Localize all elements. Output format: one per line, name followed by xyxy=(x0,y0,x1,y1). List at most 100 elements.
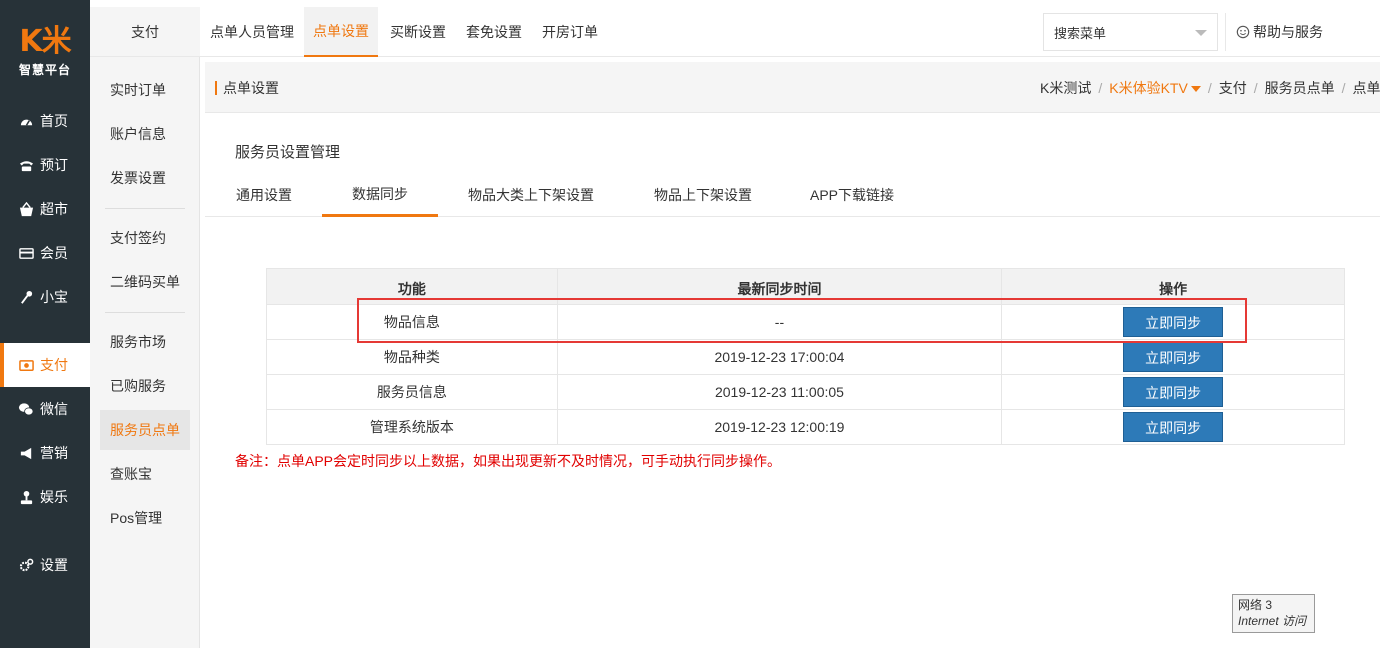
toptab-buyout[interactable]: 买断设置 xyxy=(390,7,446,57)
nav-item-member[interactable]: 会员 xyxy=(0,231,90,275)
secondary-sidebar: 支付 实时订单 账户信息 发票设置 支付签约 二维码买单 服务市场 已购服务 服… xyxy=(90,7,200,648)
section-title-text: 点单设置 xyxy=(223,79,279,96)
table-row: 物品种类 2019-12-23 17:00:04 立即同步 xyxy=(266,339,1345,375)
nav-item-entertainment[interactable]: 娱乐 xyxy=(0,475,90,519)
gear-icon xyxy=(18,557,34,573)
tab-category-shelf[interactable]: 物品大类上下架设置 xyxy=(457,173,605,217)
table-row: 服务员信息 2019-12-23 11:00:05 立即同步 xyxy=(266,374,1345,410)
breadcrumb-item: 点单设 xyxy=(1352,79,1380,96)
basket-icon xyxy=(18,201,34,217)
sync-note: 备注：点单APP会定时同步以上数据，如果出现更新不及时情况，可手动执行同步操作。 xyxy=(235,453,782,469)
toptab-staff-manage[interactable]: 点单人员管理 xyxy=(210,7,294,57)
main-sidebar: K米 智慧平台 首页 预订 超市 会员 小宝 支付 微信 营销 娱乐 设置 xyxy=(0,0,90,648)
nav-item-pay[interactable]: 支付 xyxy=(0,343,90,387)
subnav-item-pos[interactable]: Pos管理 xyxy=(100,498,190,538)
breadcrumb-item[interactable]: 服务员点单 xyxy=(1265,78,1335,98)
function-cell: 服务员信息 xyxy=(266,374,558,410)
smiley-icon xyxy=(1236,25,1250,39)
subnav-item-qr-pay[interactable]: 二维码买单 xyxy=(100,262,190,302)
subnav-item-invoice[interactable]: 发票设置 xyxy=(100,158,190,198)
tab-app-download[interactable]: APP下载链接 xyxy=(802,173,902,217)
subnav-item-audit[interactable]: 查账宝 xyxy=(100,454,190,494)
tab-general[interactable]: 通用设置 xyxy=(221,173,307,217)
logo-subtitle: 智慧平台 xyxy=(18,63,71,77)
nav-label: 会员 xyxy=(40,245,68,261)
subnav-item-service-market[interactable]: 服务市场 xyxy=(100,322,190,362)
sync-now-button[interactable]: 立即同步 xyxy=(1123,307,1224,337)
subnav-item-pay-sign[interactable]: 支付签约 xyxy=(100,218,190,258)
chevron-down-icon xyxy=(1195,30,1207,36)
brand-logo[interactable]: K米 智慧平台 xyxy=(0,7,90,87)
toptab-package-free[interactable]: 套免设置 xyxy=(466,7,522,57)
sync-time-cell: 2019-12-23 17:00:04 xyxy=(556,339,1003,375)
toptab-order-settings[interactable]: 点单设置 xyxy=(304,7,378,57)
nav-item-marketing[interactable]: 营销 xyxy=(0,431,90,475)
tab-data-sync[interactable]: 数据同步 xyxy=(322,173,438,217)
sync-now-button[interactable]: 立即同步 xyxy=(1123,412,1224,442)
sync-time-cell: -- xyxy=(556,304,1003,340)
tab-item-shelf[interactable]: 物品上下架设置 xyxy=(645,173,761,217)
subnav-divider xyxy=(105,312,185,313)
card-icon xyxy=(18,245,34,261)
column-header: 最新同步时间 xyxy=(556,268,1003,305)
table-header-row: 功能 最新同步时间 操作 xyxy=(266,268,1345,305)
subnav-item-realtime-orders[interactable]: 实时订单 xyxy=(100,70,190,110)
wechat-icon xyxy=(18,401,34,417)
nav-label: 营销 xyxy=(40,445,68,461)
table-row: 物品信息 -- 立即同步 xyxy=(266,304,1345,340)
window-top-strip xyxy=(0,0,1380,7)
page-title: 服务员设置管理 xyxy=(235,144,341,161)
breadcrumb-item[interactable]: K米测试 xyxy=(1040,78,1091,98)
phone-icon xyxy=(18,157,34,173)
function-cell: 物品信息 xyxy=(266,304,558,340)
dashboard-icon xyxy=(18,113,34,129)
network-status-line: Internet 访问 xyxy=(1238,614,1307,628)
subnav-item-purchased[interactable]: 已购服务 xyxy=(100,366,190,406)
joystick-icon xyxy=(18,489,34,505)
title-accent-bar xyxy=(215,80,217,95)
store-selector[interactable]: K米体验KTV xyxy=(1109,78,1201,98)
nav-item-home[interactable]: 首页 xyxy=(0,99,90,143)
breadcrumb-bar: 点单设置 K米测试 / K米体验KTV / 支付 / 服务员点单 / 点单设 xyxy=(205,62,1380,113)
table-row: 管理系统版本 2019-12-23 12:00:19 立即同步 xyxy=(266,409,1345,445)
nav-label: 首页 xyxy=(40,113,68,129)
main-content: 服务员设置管理 通用设置 数据同步 物品大类上下架设置 物品上下架设置 APP下… xyxy=(205,113,1380,648)
top-tab-bar: 点单人员管理 点单设置 买断设置 套免设置 开房订单 搜索菜单 帮助与服务 xyxy=(200,7,1380,57)
breadcrumb-item[interactable]: 支付 xyxy=(1219,78,1247,98)
sync-table: 功能 最新同步时间 操作 物品信息 -- 立即同步 物品种类 2019-12-2… xyxy=(266,268,1345,445)
nav-label: 设置 xyxy=(40,557,68,573)
column-header: 操作 xyxy=(1001,268,1345,305)
menu-search-select[interactable]: 搜索菜单 xyxy=(1043,13,1218,51)
sync-time-cell: 2019-12-23 12:00:19 xyxy=(556,409,1003,445)
caret-down-icon xyxy=(1190,85,1201,92)
settings-tabs: 通用设置 数据同步 物品大类上下架设置 物品上下架设置 APP下载链接 xyxy=(205,173,1380,217)
logo-mark: K米 xyxy=(19,24,71,59)
nav-item-settings[interactable]: 设置 xyxy=(0,543,90,587)
sync-now-button[interactable]: 立即同步 xyxy=(1123,342,1224,372)
nav-item-market[interactable]: 超市 xyxy=(0,187,90,231)
nav-label: 微信 xyxy=(40,401,68,417)
toptab-room-orders[interactable]: 开房订单 xyxy=(542,7,598,57)
column-header: 功能 xyxy=(266,268,558,305)
subnav-title: 支付 xyxy=(90,7,200,57)
search-placeholder: 搜索菜单 xyxy=(1054,25,1107,41)
megaphone-icon xyxy=(18,445,34,461)
nav-item-xiaobao[interactable]: 小宝 xyxy=(0,275,90,319)
microphone-icon xyxy=(18,289,34,305)
pay-icon xyxy=(18,357,34,373)
section-title: 点单设置 xyxy=(215,62,279,113)
nav-item-booking[interactable]: 预订 xyxy=(0,143,90,187)
nav-item-wechat[interactable]: 微信 xyxy=(0,387,90,431)
breadcrumb: K米测试 / K米体验KTV / 支付 / 服务员点单 / 点单设 xyxy=(1040,62,1380,113)
sync-time-cell: 2019-12-23 11:00:05 xyxy=(556,374,1003,410)
function-cell: 物品种类 xyxy=(266,339,558,375)
subnav-item-waiter-order[interactable]: 服务员点单 xyxy=(100,410,190,450)
network-status-line: 网络 3 xyxy=(1238,598,1273,612)
help-label: 帮助与服务 xyxy=(1253,24,1323,40)
nav-label: 娱乐 xyxy=(40,489,68,505)
subnav-item-account-info[interactable]: 账户信息 xyxy=(100,114,190,154)
sync-now-button[interactable]: 立即同步 xyxy=(1123,377,1224,407)
help-service-link[interactable]: 帮助与服务 xyxy=(1225,13,1380,51)
nav-label: 小宝 xyxy=(40,289,68,305)
nav-label: 支付 xyxy=(40,357,68,373)
